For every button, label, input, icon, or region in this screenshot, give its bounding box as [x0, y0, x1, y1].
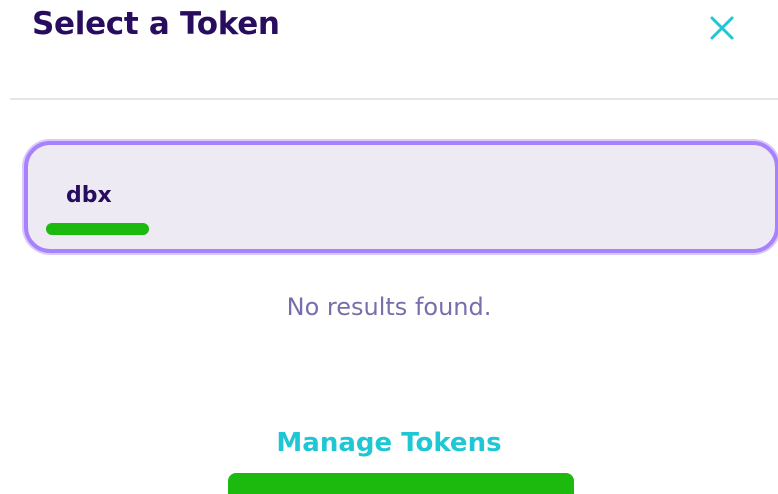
- search-highlight-mark: [46, 223, 149, 235]
- manage-highlight-mark: [228, 473, 574, 494]
- select-token-modal: Select a Token No results found. Manage …: [0, 0, 778, 494]
- close-button[interactable]: [700, 8, 744, 48]
- no-results-message: No results found.: [286, 293, 492, 321]
- search-input[interactable]: [66, 183, 666, 208]
- manage-tokens-button[interactable]: Manage Tokens: [0, 428, 778, 458]
- header-divider: [10, 98, 778, 100]
- close-icon: [710, 16, 734, 40]
- modal-title: Select a Token: [32, 6, 280, 42]
- search-field[interactable]: [24, 141, 778, 253]
